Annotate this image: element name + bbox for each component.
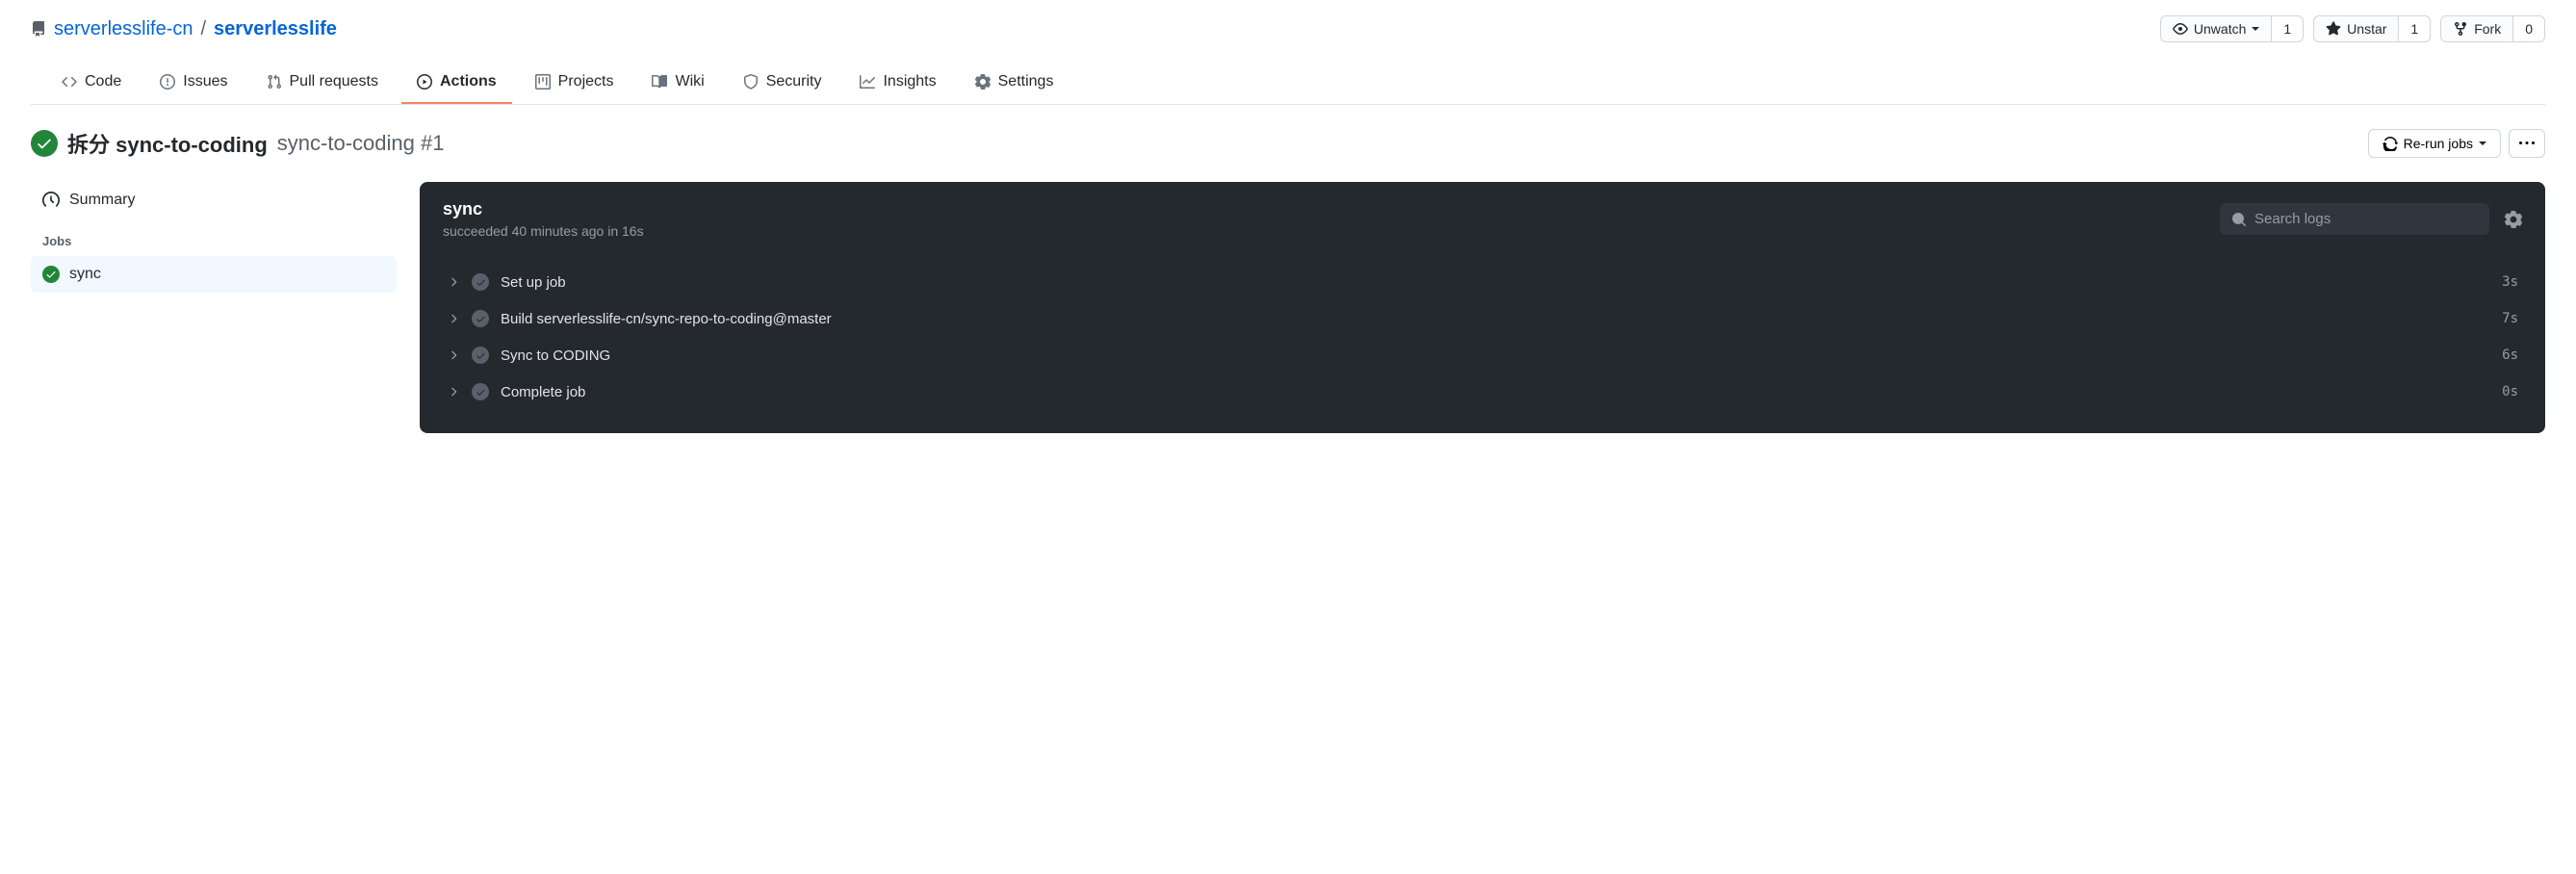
fork-icon	[2453, 21, 2468, 37]
step-success-icon	[472, 347, 489, 364]
insights-icon	[860, 74, 875, 90]
unwatch-button[interactable]: Unwatch	[2160, 15, 2272, 42]
status-success-icon	[31, 130, 58, 157]
step-row[interactable]: Set up job 3s	[435, 264, 2530, 300]
unstar-button[interactable]: Unstar	[2313, 15, 2399, 42]
rerun-jobs-button[interactable]: Re-run jobs	[2368, 129, 2501, 158]
chevron-right-icon	[447, 312, 460, 325]
repo-name-link[interactable]: serverlesslife	[214, 18, 337, 40]
shield-icon	[743, 74, 759, 90]
pull-request-icon	[267, 74, 282, 90]
search-icon	[2231, 212, 2247, 227]
step-row[interactable]: Build serverlesslife-cn/sync-repo-to-cod…	[435, 300, 2530, 337]
fork-button[interactable]: Fork	[2440, 15, 2513, 42]
search-logs-box[interactable]	[2220, 203, 2489, 235]
chevron-down-icon	[2252, 27, 2259, 31]
tab-issues[interactable]: Issues	[144, 62, 243, 104]
sidebar: Summary Jobs sync	[31, 182, 397, 433]
fork-count[interactable]: 0	[2513, 15, 2545, 42]
tab-actions[interactable]: Actions	[401, 62, 512, 104]
chevron-right-icon	[447, 275, 460, 289]
repo-nav: Code Issues Pull requests Actions Projec…	[31, 62, 2545, 105]
job-status-text: succeeded 40 minutes ago in 16s	[443, 223, 644, 239]
issues-icon	[160, 74, 175, 90]
repo-icon	[31, 21, 46, 37]
steps-list: Set up job 3s Build serverlesslife-cn/sy…	[420, 256, 2545, 433]
star-count[interactable]: 1	[2399, 15, 2431, 42]
meter-icon	[42, 192, 60, 209]
repo-breadcrumb: serverlesslife-cn / serverlesslife	[31, 18, 337, 40]
chevron-right-icon	[447, 348, 460, 362]
tab-pull-requests[interactable]: Pull requests	[251, 62, 395, 104]
tab-insights[interactable]: Insights	[844, 62, 951, 104]
workflow-run-title: 拆分 sync-to-coding sync-to-coding #1	[31, 128, 444, 159]
step-success-icon	[472, 273, 489, 291]
step-row[interactable]: Sync to CODING 6s	[435, 337, 2530, 373]
tab-code[interactable]: Code	[46, 62, 137, 104]
kebab-icon	[2519, 136, 2535, 151]
tab-projects[interactable]: Projects	[520, 62, 630, 104]
tab-settings[interactable]: Settings	[960, 62, 1069, 104]
breadcrumb-separator: /	[200, 18, 206, 40]
kebab-menu-button[interactable]	[2509, 129, 2545, 158]
chevron-right-icon	[447, 385, 460, 398]
sidebar-item-job-sync[interactable]: sync	[31, 256, 397, 293]
star-icon	[2326, 21, 2341, 37]
wiki-icon	[652, 74, 667, 90]
step-success-icon	[472, 383, 489, 400]
gear-icon	[975, 74, 991, 90]
tab-security[interactable]: Security	[728, 62, 837, 104]
step-success-icon	[472, 310, 489, 327]
jobs-label: Jobs	[31, 218, 397, 256]
log-settings-button[interactable]	[2505, 211, 2522, 228]
projects-icon	[535, 74, 551, 90]
tab-wiki[interactable]: Wiki	[636, 62, 719, 104]
repo-owner-link[interactable]: serverlesslife-cn	[54, 18, 193, 40]
sidebar-item-summary[interactable]: Summary	[31, 182, 397, 218]
search-logs-input[interactable]	[2254, 211, 2478, 227]
sync-icon	[2383, 136, 2398, 151]
actions-icon	[417, 74, 432, 90]
eye-icon	[2173, 21, 2188, 37]
step-row[interactable]: Complete job 0s	[435, 373, 2530, 410]
watch-count[interactable]: 1	[2272, 15, 2304, 42]
job-title: sync	[443, 199, 644, 219]
log-panel: sync succeeded 40 minutes ago in 16s Set…	[420, 182, 2545, 433]
code-icon	[62, 74, 77, 90]
chevron-down-icon	[2479, 141, 2486, 145]
repo-actions: Unwatch 1 Unstar 1 Fork 0	[2160, 15, 2545, 42]
job-success-icon	[42, 266, 60, 283]
